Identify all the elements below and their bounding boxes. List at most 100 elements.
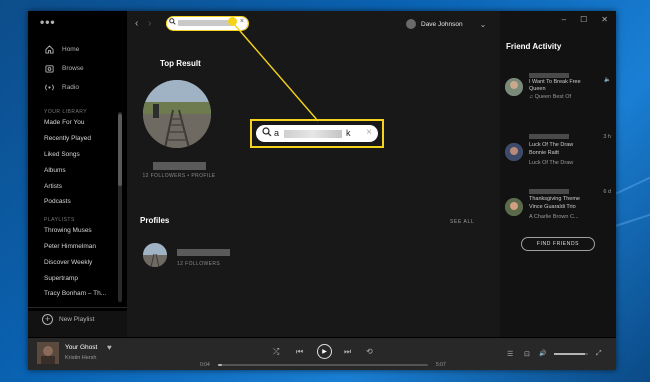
friend-song: Thanksgiving Theme <box>529 196 580 202</box>
sidebar-divider <box>28 307 127 308</box>
maximize-button[interactable]: ☐ <box>580 15 587 24</box>
shuffle-icon[interactable]: ⤮ <box>273 347 279 357</box>
search-value: a <box>274 128 280 138</box>
search-highlight-ring <box>166 16 249 31</box>
back-arrow-icon[interactable]: ‹ <box>135 18 138 29</box>
play-button[interactable]: ▶ <box>317 344 332 359</box>
elapsed-time: 0:04 <box>200 362 210 368</box>
top-result-meta: 12 FOLLOWERS • PROFILE <box>142 173 216 179</box>
profiles-heading: Profiles <box>140 216 170 225</box>
home-icon <box>44 44 54 54</box>
top-result-name-blurred <box>153 162 206 170</box>
library-item-liked-songs[interactable]: Liked Songs <box>44 151 80 158</box>
library-item-recently-played[interactable]: Recently Played <box>44 135 91 142</box>
fullscreen-icon[interactable]: ⤢ <box>596 350 602 358</box>
playlist-item[interactable]: Peter Himmelman <box>44 243 96 250</box>
sidebar-item-home[interactable]: Home <box>44 44 79 54</box>
plus-icon: + <box>42 314 53 325</box>
top-result-image[interactable] <box>143 80 211 148</box>
radio-icon <box>44 82 54 92</box>
search-icon <box>262 127 272 140</box>
previous-icon[interactable]: ⏮ <box>296 347 303 357</box>
search-callout: a k × <box>250 119 384 148</box>
see-all-link[interactable]: SEE ALL <box>450 219 474 225</box>
queue-icon[interactable]: ☰ <box>507 350 513 358</box>
app-menu-button[interactable]: ••• <box>40 15 56 29</box>
friend-avatar <box>505 143 523 161</box>
playlist-item[interactable]: Discover Weekly <box>44 259 92 266</box>
friend-name-blurred <box>529 73 569 78</box>
volume-fill <box>554 353 585 355</box>
sidebar-item-browse[interactable]: Browse <box>44 63 84 73</box>
heart-icon[interactable]: ♥ <box>107 343 112 352</box>
user-name: Dave Johnson <box>421 20 463 28</box>
search-value-tail: k <box>346 128 351 138</box>
user-menu[interactable]: Dave Johnson ⌄ <box>406 19 486 29</box>
sidebar-scrollbar-thumb[interactable] <box>118 114 122 186</box>
avatar <box>406 19 416 29</box>
repeat-icon[interactable]: ⟲ <box>366 347 373 356</box>
library-item-made-for-you[interactable]: Made For You <box>44 119 84 126</box>
playlists-section-title: PLAYLISTS <box>44 217 75 223</box>
new-playlist-label: New Playlist <box>59 316 95 323</box>
duration-time: 5:07 <box>436 362 446 368</box>
playlist-item[interactable]: Tracy Bonham – Th... <box>44 290 106 297</box>
playlist-item[interactable]: Supertramp <box>44 275 78 282</box>
new-playlist-button[interactable]: + New Playlist <box>42 314 94 325</box>
minimize-button[interactable]: – <box>562 15 566 24</box>
profile-name-blurred <box>177 249 230 256</box>
sidebar-item-label: Home <box>62 45 80 53</box>
sidebar-item-label: Browse <box>62 64 84 72</box>
close-button[interactable]: ✕ <box>601 15 608 24</box>
friend-activity-title: Friend Activity <box>506 42 562 51</box>
search-highlight-dot <box>228 17 237 26</box>
window-controls: – ☐ ✕ <box>562 15 616 24</box>
friend-source: Luck Of The Draw <box>529 160 574 166</box>
friend-artist: Queen <box>529 86 546 92</box>
library-item-albums[interactable]: Albums <box>44 167 66 174</box>
volume-slider[interactable] <box>554 353 588 355</box>
sidebar: ••• Home Browse Radio YOUR LIBRARY Made … <box>28 11 127 311</box>
player-bar: Your Ghost Kristin Hersh ♥ ⤮ ⏮ ▶ ⏭ ⟲ 0:0… <box>28 337 616 370</box>
friend-source: ♫ Queen Best Of <box>529 94 572 100</box>
friend-name-blurred <box>529 189 569 194</box>
now-playing-artist[interactable]: Kristin Hersh <box>65 355 96 361</box>
device-icon[interactable]: ⊡ <box>524 350 530 358</box>
forward-arrow-icon[interactable]: › <box>148 18 151 29</box>
friend-source: A Charlie Brown C... <box>529 214 579 220</box>
friend-avatar <box>505 198 523 216</box>
now-playing-art[interactable] <box>37 342 59 364</box>
main-content: ‹ › × Dave Johnson ⌄ Top Result 12 FOLLO… <box>127 11 500 337</box>
volume-icon[interactable]: 🔊 <box>539 350 546 357</box>
playlist-item[interactable]: Throwing Muses <box>44 227 92 234</box>
play-icon: ▶ <box>322 349 327 355</box>
browse-icon <box>44 63 54 73</box>
friend-artist: Vince Guaraldi Trio <box>529 204 576 210</box>
sidebar-item-radio[interactable]: Radio <box>44 82 79 92</box>
library-item-artists[interactable]: Artists <box>44 183 62 190</box>
clear-search-icon[interactable]: × <box>366 127 372 138</box>
friend-avatar <box>505 78 523 96</box>
search-query-blurred <box>284 130 342 138</box>
next-icon[interactable]: ⏭ <box>344 347 351 357</box>
friend-song: I Want To Break Free <box>529 79 581 85</box>
profile-image[interactable] <box>143 243 167 267</box>
friend-artist: Bonnie Raitt <box>529 150 559 156</box>
spotify-window: ••• Home Browse Radio YOUR LIBRARY Made … <box>28 11 616 370</box>
now-playing-title[interactable]: Your Ghost <box>65 344 97 351</box>
friend-time: 3 h <box>603 134 611 140</box>
progress-bar[interactable] <box>218 364 428 366</box>
chevron-down-icon[interactable]: ⌄ <box>480 20 487 29</box>
library-section-title: YOUR LIBRARY <box>44 109 88 115</box>
library-item-podcasts[interactable]: Podcasts <box>44 198 71 205</box>
friend-song: Luck Of The Draw <box>529 142 574 148</box>
friend-activity-panel: – ☐ ✕ Friend Activity 🔈 I Want To Break … <box>500 11 616 337</box>
top-result-heading: Top Result <box>160 59 201 68</box>
friend-time: 6 d <box>603 189 611 195</box>
find-friends-button[interactable]: FIND FRIENDS <box>521 237 595 251</box>
profile-meta: 12 FOLLOWERS <box>177 261 221 267</box>
speaker-icon: 🔈 <box>604 77 611 83</box>
friend-name-blurred <box>529 134 569 139</box>
progress-fill <box>218 364 223 366</box>
search-input-zoomed[interactable]: a k × <box>256 125 378 142</box>
